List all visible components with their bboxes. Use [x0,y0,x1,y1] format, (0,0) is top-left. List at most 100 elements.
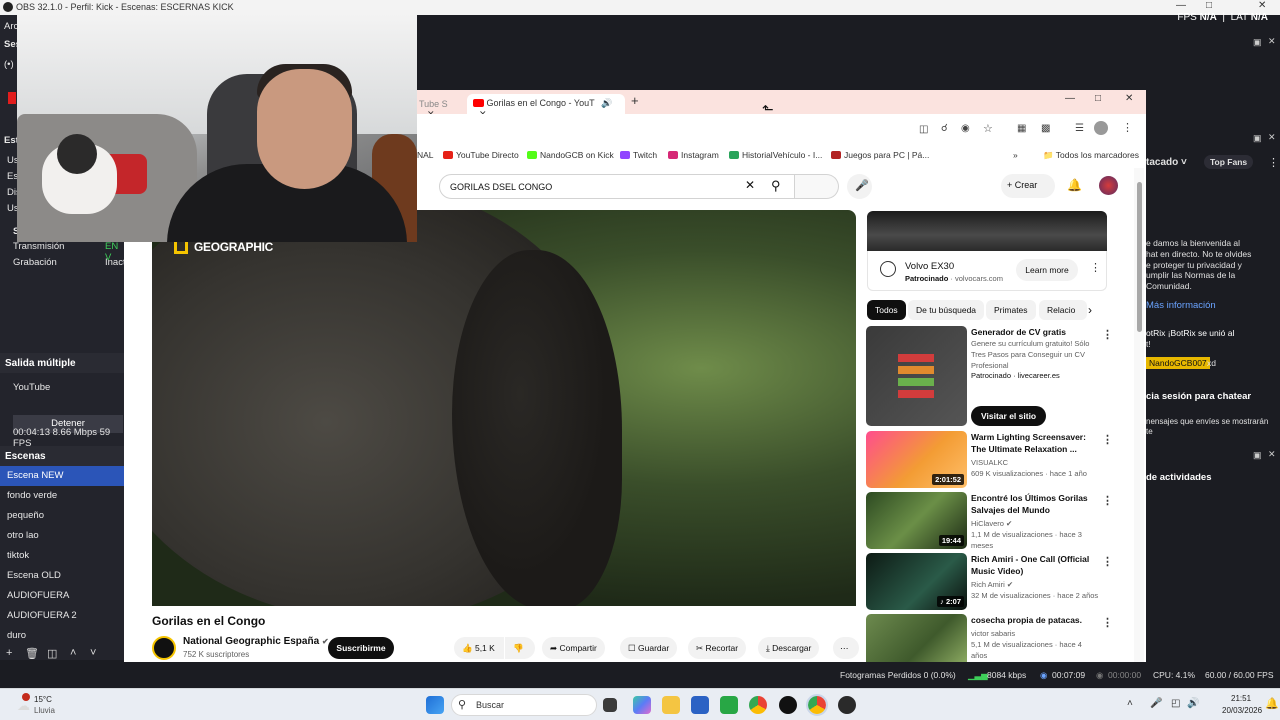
recommendation-item[interactable]: Generador de CV gratis Genere su currícu… [866,326,1126,426]
filter-icon[interactable]: ◫ [47,647,57,660]
obs-icon[interactable] [838,696,856,714]
recommendation-thumbnail[interactable]: 19:44 [866,492,967,549]
voice-search-button[interactable]: 🎤 [847,174,872,199]
clock-time[interactable]: 21:51 [1231,694,1251,703]
tiktok-icon[interactable] [779,696,797,714]
search-button[interactable]: ⚲ [771,174,839,199]
bookmark-item[interactable]: Twitch [620,150,657,160]
delete-scene-icon[interactable]: 🗑 [25,647,39,660]
scene-item[interactable]: otro lao [0,526,124,546]
network-icon[interactable]: ◰ [1171,698,1180,709]
clip-button[interactable]: ✂ Recortar [688,637,747,659]
recommendation-menu-icon[interactable]: ⋮ [1102,328,1113,341]
page-scrollbar[interactable] [1134,168,1144,662]
maximize-icon[interactable]: □ [1095,93,1101,113]
browser-menu-icon[interactable]: ⋮ [1122,121,1133,134]
mic-tray-icon[interactable]: 🎤 [1150,698,1162,709]
subscribe-button[interactable]: Suscribirme [328,637,394,659]
recommendation-thumbnail[interactable] [866,326,967,426]
save-button[interactable]: ☐ Guardar [620,637,678,659]
dock-close-icon[interactable]: ✕ [1268,36,1276,47]
like-button[interactable]: 👍 5,1 K [454,637,504,659]
top-fans-button[interactable]: Top Fans [1204,155,1254,169]
task-view-icon[interactable] [603,698,617,712]
recommendation-title[interactable]: cosecha propia de patacas. [971,614,1099,626]
login-to-chat-button[interactable]: cia sesión para chatear [1146,391,1251,402]
more-actions-button[interactable]: ⋯ [833,637,859,659]
new-tab-icon[interactable]: + [631,93,639,113]
scene-item[interactable]: duro [0,626,124,646]
add-scene-icon[interactable]: + [6,647,12,659]
taskbar-search[interactable]: Buscar [451,694,597,716]
minimize-icon[interactable]: — [1176,0,1186,11]
recommendation-item[interactable]: cosecha propia de patacas. victor sabari… [866,614,1126,662]
minimize-icon[interactable]: — [1065,93,1075,113]
bookmark-star-icon[interactable]: ☆ [983,122,993,135]
ad-menu-icon[interactable]: ⋮ [1090,261,1101,274]
windows-start-icon[interactable] [426,696,444,714]
dock-close-icon[interactable]: ✕ [1268,449,1276,460]
store-icon[interactable] [691,696,709,714]
maximize-icon[interactable]: □ [1206,0,1212,11]
learn-more-button[interactable]: Learn more [1016,259,1078,281]
share-button[interactable]: ➦ Compartir [542,637,605,659]
move-up-icon[interactable]: ˄ [70,647,76,659]
volume-icon[interactable]: 🔊 [1187,698,1199,709]
ad-card[interactable]: Volvo EX30 Patrocinado · volvocars.com L… [867,251,1107,291]
scene-item[interactable]: Escena OLD [0,566,124,586]
filter-chip[interactable]: Relacio [1039,300,1087,320]
close-icon[interactable]: ✕ [1125,93,1133,113]
visit-site-button[interactable]: Visitar el sitio [971,406,1047,426]
ad-banner-image[interactable] [867,211,1107,251]
bookmark-item[interactable]: Instagram [668,150,719,160]
chips-next-icon[interactable]: › [1088,303,1092,317]
recommendation-channel[interactable]: HiClavero ✔ [971,518,1099,529]
recommendation-title[interactable]: Rich Amiri - One Call (Official Music Vi… [971,553,1099,577]
all-bookmarks-folder[interactable]: 📁 Todos los marcadores [1043,150,1139,161]
bookmark-item[interactable]: HistorialVehículo - I... [729,150,822,160]
eye-off-icon[interactable]: ◉ [961,123,970,134]
weather-temp[interactable]: 15°C [34,695,52,704]
chrome-active-icon[interactable] [806,694,828,716]
dock-float-icon[interactable]: ▣ [1253,133,1262,144]
recommendation-item[interactable]: 19:44 Encontré los Últimos Gorilas Salva… [866,492,1126,550]
search-input[interactable]: GORILAS DSEL CONGO [439,174,795,199]
scene-item[interactable]: Escena NEW [0,466,124,486]
bookmark-item[interactable]: NandoGCB on Kick [527,150,614,160]
notifications-icon[interactable]: 🔔 [1067,178,1082,192]
download-button[interactable]: ⤓ Descargar [758,637,820,659]
chat-filter-dropdown[interactable]: tacado ˅ [1146,157,1187,168]
move-down-icon[interactable]: ˅ [90,647,96,659]
browser-tab[interactable]: Tube S ✕ [417,94,465,119]
close-icon[interactable]: ✕ [1258,0,1266,11]
recommendation-menu-icon[interactable]: ⋮ [1102,616,1113,629]
scrollbar-thumb[interactable] [1137,182,1142,332]
dock-float-icon[interactable]: ▣ [1253,450,1262,461]
recommendation-menu-icon[interactable]: ⋮ [1102,433,1113,446]
user-avatar[interactable] [1099,176,1118,195]
scene-item[interactable]: tiktok [0,546,124,566]
install-icon[interactable]: ◫ [919,124,928,135]
bookmark-item[interactable]: YouTube Directo [443,150,519,160]
recommendation-title[interactable]: Encontré los Últimos Gorilas Salvajes de… [971,492,1099,516]
scene-item[interactable]: pequeño [0,506,124,526]
dock-float-icon[interactable]: ▣ [1253,37,1262,48]
recommendation-item[interactable]: ♪ 2:07 Rich Amiri - One Call (Official M… [866,553,1126,610]
app-icon[interactable] [720,696,738,714]
create-button[interactable]: + Crear [1001,174,1055,198]
filter-chip[interactable]: Primates [986,300,1036,320]
recommendation-channel[interactable]: victor sabaris [971,628,1099,639]
recommendation-title[interactable]: Warm Lighting Screensaver: The Ultimate … [971,431,1099,455]
clear-search-icon[interactable]: ✕ [745,178,755,192]
more-bookmarks-icon[interactable]: » [1013,150,1018,160]
audio-icon[interactable]: 🔊 [601,98,612,108]
bookmark-item[interactable]: Juegos para PC | Pá... [831,150,929,160]
file-explorer-icon[interactable] [662,696,680,714]
dislike-button[interactable]: 👎 [505,637,535,659]
browser-tab-active[interactable]: Gorilas en el Congo - YouT 🔊 ✕ [467,94,625,119]
scene-item[interactable]: AUDIOFUERA 2 [0,606,124,626]
channel-name[interactable]: National Geographic España ✔ [183,636,329,647]
zoom-icon[interactable]: ☌ [941,123,948,134]
recommendation-thumbnail[interactable] [866,614,967,662]
chrome-icon[interactable] [749,696,767,714]
